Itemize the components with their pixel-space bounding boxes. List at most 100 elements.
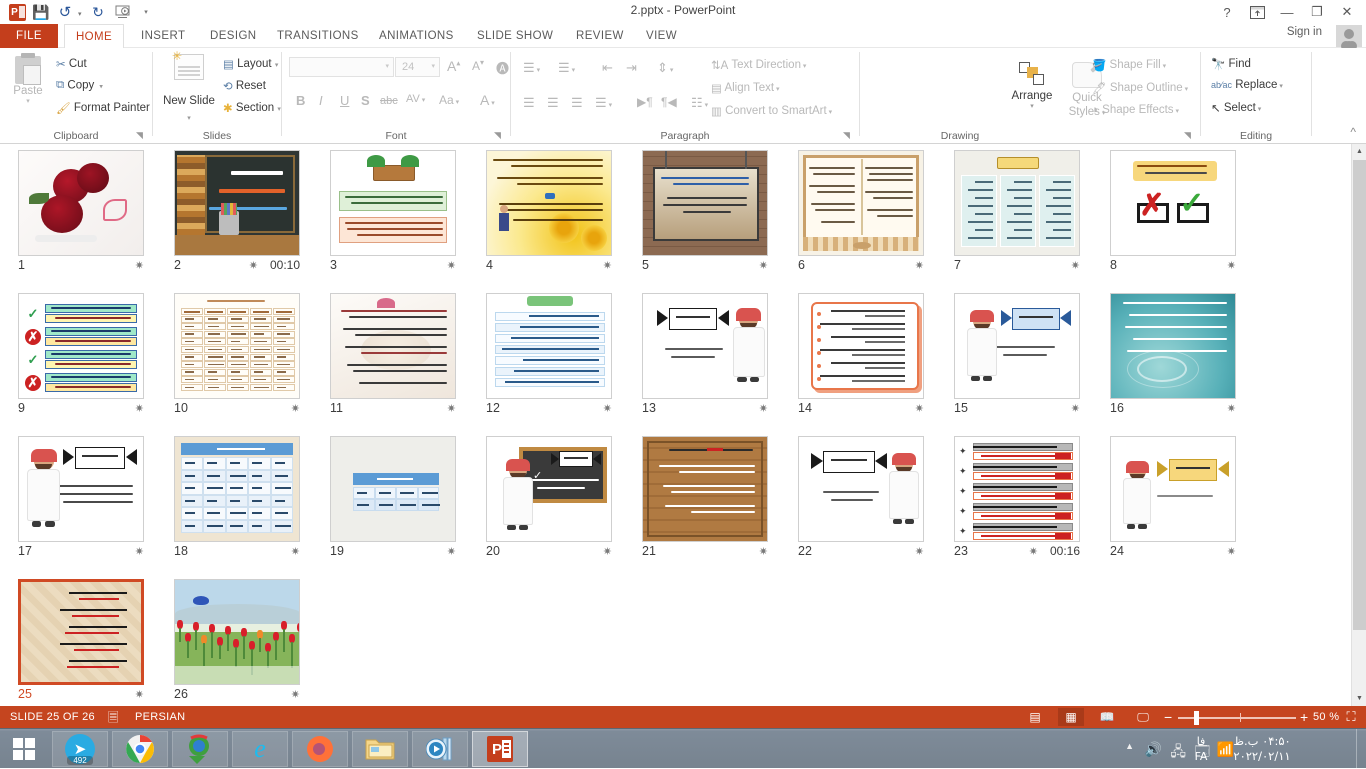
tab-review[interactable]: REVIEW <box>565 24 635 48</box>
close-button[interactable]: ✕ <box>1332 2 1362 22</box>
tab-view[interactable]: VIEW <box>635 24 688 48</box>
taskbar-item-chrome[interactable] <box>112 731 168 767</box>
slide-thumbnail[interactable]: ✓✗✓✗9✷ <box>8 293 150 421</box>
sign-in-link[interactable]: Sign in <box>1287 26 1322 38</box>
slide-preview[interactable] <box>330 293 456 399</box>
text-direction-button[interactable]: ⇅A Text Direction ▾ <box>711 58 806 72</box>
animation-star-icon[interactable]: ✷ <box>915 545 924 558</box>
select-button[interactable]: ↖ Select ▾ <box>1211 101 1261 115</box>
ribbon-display-options-icon[interactable] <box>1242 2 1272 22</box>
slide-preview[interactable] <box>798 436 924 542</box>
start-button[interactable] <box>0 729 48 769</box>
slide-sorter-pane[interactable]: 1✷2✷00:103✷4✷5✷6✷7✷✗✓8✷✓✗✓✗9✷10✷11✷12✷13… <box>0 144 1351 706</box>
volume-icon[interactable]: 🔊 <box>1145 741 1162 758</box>
slide-thumbnail[interactable]: 7✷ <box>944 150 1086 278</box>
tab-animations[interactable]: ANIMATIONS <box>368 24 465 48</box>
slide-thumbnail[interactable]: 3✷ <box>320 150 462 278</box>
animation-star-icon[interactable]: ✷ <box>603 402 612 415</box>
slide-preview[interactable] <box>954 293 1080 399</box>
animation-star-icon[interactable]: ✷ <box>759 259 768 272</box>
slide-thumbnail[interactable]: 4✷ <box>476 150 618 278</box>
collapse-ribbon-button[interactable]: ^ <box>1350 125 1356 139</box>
taskbar-item-file-explorer[interactable] <box>352 731 408 767</box>
ltr-text-direction-button[interactable]: ▶¶ <box>637 95 653 109</box>
animation-star-icon[interactable]: ✷ <box>1029 545 1038 558</box>
copy-button[interactable]: ⧉ Copy ▾ <box>56 79 103 92</box>
slide-preview[interactable] <box>174 436 300 542</box>
slide-preview[interactable] <box>18 150 144 256</box>
find-button[interactable]: 🔭 Find <box>1211 57 1251 71</box>
slide-preview[interactable] <box>486 150 612 256</box>
reset-button[interactable]: ⟲ Reset <box>223 79 266 93</box>
slide-thumbnail[interactable]: 13✷ <box>632 293 774 421</box>
increase-font-size-button[interactable]: A▴ <box>447 58 460 74</box>
view-slide-sorter-button[interactable]: ▦ <box>1058 708 1084 726</box>
slide-thumbnail[interactable]: 17✷ <box>8 436 150 564</box>
zoom-slider-handle[interactable] <box>1194 711 1199 725</box>
slide-preview[interactable] <box>954 150 1080 256</box>
drawing-dialog-launcher[interactable]: ◥ <box>1184 131 1194 141</box>
rtl-text-direction-button[interactable]: ¶◀ <box>661 95 677 109</box>
animation-star-icon[interactable]: ✷ <box>603 545 612 558</box>
decrease-indent-button[interactable]: ⇤ <box>602 60 613 76</box>
cut-button[interactable]: ✂ Cut <box>56 57 87 71</box>
slide-preview[interactable] <box>1110 436 1236 542</box>
italic-button[interactable]: I <box>319 93 323 108</box>
clipboard-dialog-launcher[interactable]: ◥ <box>136 131 146 141</box>
tab-slide-show[interactable]: SLIDE SHOW <box>466 24 564 48</box>
slide-preview[interactable] <box>1110 293 1236 399</box>
slide-preview[interactable] <box>18 579 144 685</box>
avatar[interactable] <box>1336 25 1362 47</box>
slide-preview[interactable] <box>174 150 300 256</box>
animation-star-icon[interactable]: ✷ <box>915 402 924 415</box>
slide-preview[interactable] <box>798 150 924 256</box>
slide-thumbnail[interactable]: 18✷ <box>164 436 306 564</box>
tab-insert[interactable]: INSERT <box>130 24 196 48</box>
character-spacing-button[interactable]: AV ▾ <box>406 93 425 105</box>
columns-button[interactable]: ☷ ▾ <box>691 95 708 111</box>
change-case-button[interactable]: Aa ▾ <box>439 93 459 107</box>
animation-star-icon[interactable]: ✷ <box>759 402 768 415</box>
text-shadow-button[interactable]: S <box>361 93 370 108</box>
show-hidden-icons-button[interactable]: ▲ <box>1125 741 1134 751</box>
tab-design[interactable]: DESIGN <box>199 24 268 48</box>
slide-thumbnail[interactable]: ✗✓8✷ <box>1100 150 1242 278</box>
replace-button[interactable]: ab⁄ac Replace ▾ <box>1211 79 1283 91</box>
animation-star-icon[interactable]: ✷ <box>291 688 300 701</box>
animation-star-icon[interactable]: ✷ <box>603 259 612 272</box>
slide-preview[interactable] <box>798 293 924 399</box>
slide-preview[interactable] <box>642 150 768 256</box>
animation-star-icon[interactable]: ✷ <box>1227 402 1236 415</box>
help-button[interactable]: ? <box>1212 2 1242 22</box>
line-spacing-button[interactable]: ⇕ ▾ <box>657 60 673 76</box>
convert-to-smartart-button[interactable]: ▥ Convert to SmartArt ▾ <box>711 104 832 118</box>
taskbar-item-telegram[interactable]: ➤ 492 <box>52 731 108 767</box>
slide-thumbnail[interactable]: 21✷ <box>632 436 774 564</box>
slide-preview[interactable] <box>486 293 612 399</box>
tab-transitions[interactable]: TRANSITIONS <box>266 24 370 48</box>
slide-preview[interactable] <box>174 293 300 399</box>
clock[interactable]: ۰۴:۵۰ ب.ظ ۲۰۲۲/۰۲/۱۱ <box>1216 734 1308 764</box>
align-text-button[interactable]: ▤ Align Text ▾ <box>711 81 780 95</box>
shape-fill-button[interactable]: 🪣 Shape Fill ▾ <box>1092 58 1166 72</box>
slide-preview[interactable]: ✦✦✦✦✦ <box>954 436 1080 542</box>
clear-formatting-icon[interactable]: 🅐 <box>496 58 509 77</box>
animation-star-icon[interactable]: ✷ <box>447 545 456 558</box>
animation-star-icon[interactable]: ✷ <box>447 402 456 415</box>
layout-button[interactable]: ▤ Layout ▾ <box>223 57 278 71</box>
font-size-combobox[interactable]: 24 ▾ <box>395 57 440 77</box>
numbering-button[interactable]: ☰ ▾ <box>558 60 575 76</box>
view-normal-button[interactable]: ▤ <box>1022 708 1048 726</box>
scroll-up-icon[interactable]: ▲ <box>1352 144 1366 159</box>
justify-button[interactable]: ☰ ▾ <box>595 95 612 111</box>
scrollbar-thumb[interactable] <box>1353 160 1366 630</box>
fit-to-window-button[interactable]: ⛶ <box>1338 708 1364 726</box>
slide-preview[interactable]: ✓ <box>486 436 612 542</box>
section-button[interactable]: ✱ Section ▾ <box>223 101 281 115</box>
slide-thumbnail[interactable]: ✓20✷ <box>476 436 618 564</box>
language-indicator[interactable]: PERSIAN <box>135 711 185 723</box>
align-center-button[interactable]: ☰ <box>547 95 559 111</box>
slide-thumbnail[interactable]: 15✷ <box>944 293 1086 421</box>
taskbar-item-internet-explorer[interactable]: e <box>232 731 288 767</box>
animation-star-icon[interactable]: ✷ <box>447 259 456 272</box>
